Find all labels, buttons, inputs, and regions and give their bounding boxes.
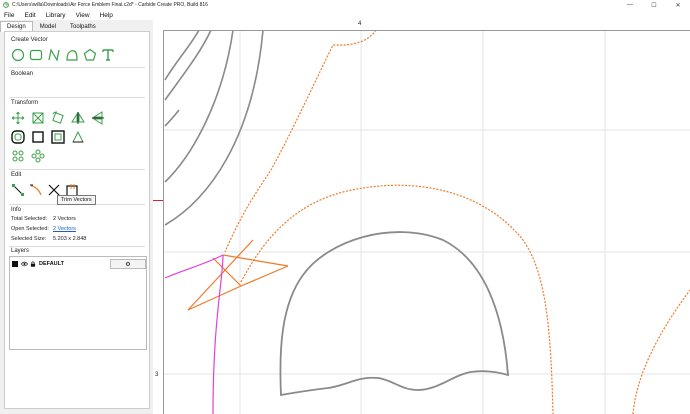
circle-icon [11, 48, 25, 62]
offset-icon [11, 130, 25, 144]
magenta-curves[interactable] [164, 254, 224, 414]
divider [9, 169, 145, 170]
center-align-icon [51, 130, 65, 144]
divider [9, 67, 145, 68]
curve-tool-button[interactable] [65, 48, 79, 62]
node-edit-button[interactable] [11, 183, 25, 197]
scale-button[interactable] [31, 111, 45, 125]
selected-size-value: 5.203 x 2.848 [53, 236, 87, 242]
lock-icon[interactable] [30, 261, 36, 267]
circular-array-icon [31, 149, 45, 163]
left-ruler: 3 [153, 30, 164, 414]
polygon-tool-button[interactable] [83, 48, 97, 62]
create-vector-heading: Create Vector [11, 37, 48, 43]
align-icon [32, 131, 44, 143]
left-ruler-label: 3 [155, 372, 159, 378]
close-button[interactable]: ✕ [666, 0, 690, 10]
selected-size-row: Selected Size: 5.203 x 2.848 [11, 236, 86, 242]
rectangle-tool-button[interactable] [29, 48, 43, 62]
trim-lines[interactable] [187, 239, 289, 311]
grid-lines [163, 30, 690, 414]
menu-file[interactable]: File [4, 12, 14, 19]
distribute-button[interactable] [71, 130, 85, 144]
top-ruler: 4 [153, 20, 690, 31]
layer-color-swatch[interactable] [12, 260, 18, 267]
maximize-button[interactable]: ☐ [642, 0, 666, 10]
menu-view[interactable]: View [76, 12, 90, 19]
minimize-button[interactable]: — [618, 0, 642, 10]
edit-heading: Edit [11, 172, 22, 178]
mirror-vertical-icon [92, 111, 104, 125]
ruler-cursor-marker [153, 200, 163, 201]
menu-bar: File Edit Library View Help [0, 10, 690, 20]
mirror-vertical-button[interactable] [91, 111, 105, 125]
center-align-button[interactable] [51, 130, 65, 144]
array-icon [12, 150, 24, 162]
distribute-icon [72, 130, 84, 143]
join-vectors-button[interactable] [29, 183, 43, 197]
menu-help[interactable]: Help [100, 12, 113, 19]
mirror-horizontal-icon [71, 112, 85, 124]
offset-button[interactable] [11, 130, 25, 144]
total-selected-label: Total Selected: [11, 216, 48, 222]
open-selected-label: Open Selected: [11, 226, 49, 232]
selected-vectors[interactable] [224, 29, 690, 414]
polyline-tool-button[interactable] [47, 48, 61, 62]
gear-icon: ⚙ [125, 261, 131, 268]
menu-library[interactable]: Library [46, 12, 66, 19]
mirror-horizontal-button[interactable] [71, 111, 85, 125]
text-icon [102, 49, 114, 61]
rotate-button[interactable] [51, 111, 65, 125]
gray-arcs[interactable] [164, 29, 264, 226]
design-canvas[interactable] [153, 20, 690, 414]
scale-icon [32, 112, 44, 124]
pentagon-icon [83, 48, 97, 61]
rectangle-icon [29, 49, 43, 61]
rotate-icon [52, 111, 64, 124]
mode-tabs: Design Model Toolpaths [0, 21, 103, 32]
menu-edit[interactable]: Edit [24, 12, 35, 19]
text-tool-button[interactable] [101, 48, 115, 62]
node-edit-icon [12, 184, 24, 196]
info-heading: Info [11, 207, 22, 213]
circle-tool-button[interactable] [11, 48, 25, 62]
gray-arch-shape[interactable] [279, 231, 509, 397]
align-button[interactable] [31, 130, 45, 144]
move-arrows-icon [11, 111, 25, 125]
divider [9, 246, 145, 247]
layers-heading: Layers [11, 248, 30, 254]
layer-name: DEFAULT [39, 260, 64, 267]
layer-row[interactable]: DEFAULT ⚙ [12, 259, 146, 269]
window-title: C:\Users\willa\Downloads\Air Force Emble… [12, 2, 208, 8]
title-bar: C:\Users\willa\Downloads\Air Force Emble… [0, 0, 690, 10]
top-ruler-label: 4 [358, 21, 362, 27]
layers-list: DEFAULT ⚙ [9, 256, 147, 350]
circular-array-button[interactable] [31, 149, 45, 163]
move-button[interactable] [11, 111, 25, 125]
design-sidebar: Create Vector Boolean Transform Edit Inf… [4, 31, 150, 409]
transform-heading: Transform [11, 100, 39, 106]
tooltip: Trim Vectors [57, 195, 96, 205]
eye-icon[interactable] [21, 261, 28, 267]
array-button[interactable] [11, 149, 25, 163]
total-selected-row: Total Selected: 2 Vectors [11, 216, 76, 222]
carbide-app-icon [3, 2, 9, 8]
canvas-drawing[interactable] [153, 20, 690, 414]
total-selected-value: 2 Vectors [53, 216, 76, 222]
curve-icon [66, 50, 78, 61]
join-vectors-icon [30, 184, 42, 196]
boolean-heading: Boolean [11, 71, 34, 77]
divider [9, 97, 145, 98]
open-selected-link[interactable]: 2 Vectors [53, 226, 76, 232]
layer-settings-button[interactable]: ⚙ [110, 259, 146, 269]
polyline-icon [48, 48, 60, 62]
open-selected-row: Open Selected: 2 Vectors [11, 226, 76, 232]
selected-size-label: Selected Size: [11, 236, 47, 242]
